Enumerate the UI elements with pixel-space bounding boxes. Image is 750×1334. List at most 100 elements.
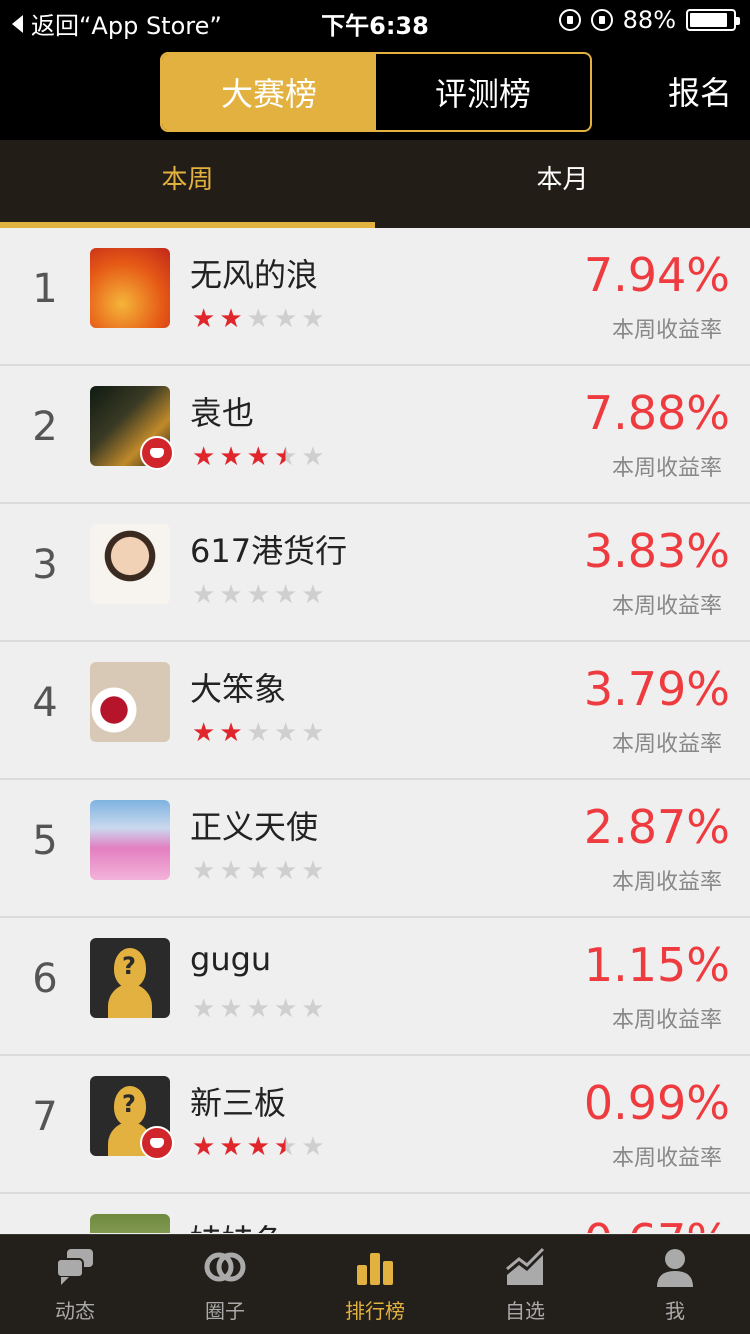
return-rate: 7.94%	[583, 248, 730, 302]
star-rating: ★ ★ ★ ★ ★	[192, 1134, 325, 1160]
user-name: 617港货行	[190, 532, 348, 570]
return-rate-label: 本周收益率	[611, 1008, 722, 1033]
star-icon: ★	[219, 718, 243, 748]
table-row[interactable]: 2 袁也 ★ ★ ★ ★ ★ 7.88% 本周收益率	[0, 366, 750, 504]
star-icon: ★	[219, 304, 243, 334]
star-icon: ★	[246, 718, 270, 748]
rank-number: 3	[32, 542, 58, 588]
tab-this-week[interactable]: 本周	[0, 140, 375, 228]
star-icon: ★	[219, 994, 243, 1024]
alarm-icon	[590, 9, 613, 31]
tab-me[interactable]: 我	[600, 1235, 750, 1334]
circles-icon	[204, 1252, 246, 1282]
table-row[interactable]: 3 617港货行 ★ ★ ★ ★ ★ 3.83% 本周收益率	[0, 504, 750, 642]
return-rate: 3.79%	[583, 662, 730, 716]
chat-bubbles-icon	[56, 1249, 93, 1285]
default-avatar-icon: ?	[108, 944, 152, 1018]
bull-badge-icon	[140, 1126, 174, 1160]
avatar[interactable]	[90, 248, 170, 328]
user-name: 娃娃鱼	[190, 1216, 286, 1233]
bull-badge-icon	[140, 436, 174, 470]
rank-number: 4	[32, 680, 58, 726]
rank-number: 6	[32, 956, 58, 1002]
star-icon: ★	[192, 442, 216, 472]
tab-watchlist-label: 自选	[505, 1299, 545, 1323]
tab-feed[interactable]: 动态	[0, 1235, 150, 1334]
star-rating: ★ ★ ★ ★ ★	[192, 720, 325, 746]
table-row[interactable]: 8娃娃鱼★★★★★0.67%本周收益率	[0, 1194, 750, 1233]
rotation-lock-icon	[558, 9, 581, 31]
star-icon: ★	[301, 1132, 325, 1162]
avatar[interactable]	[90, 662, 170, 742]
star-icon: ★	[273, 1132, 298, 1162]
return-rate: 0.99%	[583, 1076, 730, 1130]
tab-circles[interactable]: 圈子	[150, 1235, 300, 1334]
star-icon: ★	[192, 718, 216, 748]
signup-button[interactable]: 报名	[668, 68, 732, 114]
avatar[interactable]	[90, 1214, 170, 1233]
rank-number: 1	[32, 266, 58, 312]
return-rate-label: 本周收益率	[611, 1146, 722, 1171]
battery-icon	[686, 9, 740, 31]
star-icon: ★	[219, 442, 243, 472]
star-rating: ★ ★ ★ ★ ★	[192, 306, 325, 332]
star-icon: ★	[192, 856, 216, 886]
user-name: gugu	[190, 940, 272, 978]
tab-leaderboard-label: 排行榜	[345, 1299, 405, 1323]
star-icon: ★	[301, 580, 325, 610]
period-tabs: 本周 本月	[0, 140, 750, 228]
return-rate-label: 本周收益率	[611, 456, 722, 481]
tab-review-board[interactable]: 评测榜	[376, 54, 590, 130]
return-rate: 3.83%	[583, 524, 730, 578]
board-segment: 大赛榜 评测榜	[160, 52, 592, 132]
return-rate-label: 本周收益率	[611, 318, 722, 343]
table-row[interactable]: 6? gugu ★ ★ ★ ★ ★ 1.15% 本周收益率	[0, 918, 750, 1056]
star-icon: ★	[246, 304, 270, 334]
user-name: 新三板	[190, 1084, 287, 1122]
star-icon: ★	[273, 994, 298, 1024]
user-name: 袁也	[190, 394, 255, 432]
star-icon: ★	[246, 1132, 270, 1162]
ranking-list: 1 无风的浪 ★ ★ ★ ★ ★ 7.94% 本周收益率 2 袁也 ★ ★ ★ ★ ★ 7.88% 本周收益率 3 6…	[0, 228, 750, 1233]
star-icon: ★	[301, 994, 325, 1024]
status-right: 88%	[558, 6, 740, 34]
table-row[interactable]: 7? 新三板 ★ ★ ★ ★ ★ 0.99% 本周收益率	[0, 1056, 750, 1194]
return-rate-label: 本周收益率	[611, 594, 722, 619]
star-icon: ★	[192, 304, 216, 334]
star-icon: ★	[273, 580, 298, 610]
tab-watchlist[interactable]: 自选	[450, 1235, 600, 1334]
star-rating: ★ ★ ★ ★ ★	[192, 858, 325, 884]
battery-percent: 88%	[622, 6, 676, 34]
return-rate-label: 本周收益率	[611, 732, 722, 757]
avatar[interactable]: ?	[90, 938, 170, 1018]
tab-contest-board[interactable]: 大赛榜	[162, 54, 376, 130]
rank-number: 8	[20, 1232, 70, 1233]
star-icon: ★	[301, 718, 325, 748]
tab-this-month[interactable]: 本月	[375, 140, 750, 228]
star-icon: ★	[219, 1132, 243, 1162]
line-chart-icon	[506, 1247, 545, 1285]
tab-leaderboard[interactable]: 排行榜	[300, 1235, 450, 1334]
rank-number: 7	[32, 1094, 58, 1140]
star-icon: ★	[273, 856, 298, 886]
star-icon: ★	[219, 856, 243, 886]
avatar[interactable]	[90, 524, 170, 604]
person-icon	[657, 1249, 693, 1287]
star-icon: ★	[219, 580, 243, 610]
table-row[interactable]: 5 正义天使 ★ ★ ★ ★ ★ 2.87% 本周收益率	[0, 780, 750, 918]
star-icon: ★	[301, 856, 325, 886]
return-rate: 2.87%	[583, 800, 730, 854]
top-header: 大赛榜 评测榜 报名	[0, 40, 750, 140]
tab-me-label: 我	[665, 1299, 685, 1323]
return-rate: 0.67%	[584, 1214, 730, 1233]
table-row[interactable]: 4 大笨象 ★ ★ ★ ★ ★ 3.79% 本周收益率	[0, 642, 750, 780]
return-rate: 7.88%	[583, 386, 730, 440]
star-icon: ★	[192, 994, 216, 1024]
star-icon: ★	[246, 442, 270, 472]
avatar[interactable]	[90, 800, 170, 880]
tab-circles-label: 圈子	[205, 1299, 245, 1323]
table-row[interactable]: 1 无风的浪 ★ ★ ★ ★ ★ 7.94% 本周收益率	[0, 228, 750, 366]
star-icon: ★	[273, 718, 298, 748]
user-name: 大笨象	[190, 670, 287, 708]
return-rate-label: 本周收益率	[611, 870, 722, 895]
